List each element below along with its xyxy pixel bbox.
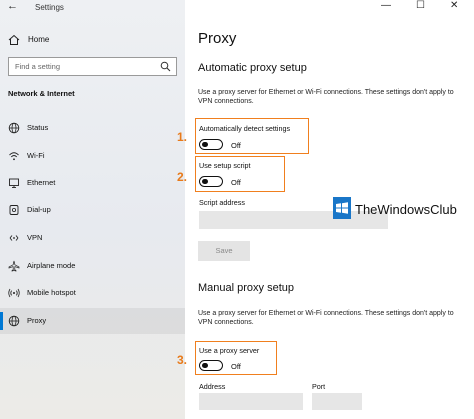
watermark-text: TheWindowsClub xyxy=(355,202,457,217)
section-header: Network & Internet xyxy=(8,89,75,98)
wifi-icon xyxy=(9,152,19,161)
home-label: Home xyxy=(28,35,50,44)
sidebar-item-airplane[interactable]: Airplane mode xyxy=(0,253,185,279)
close-button[interactable]: ✕ xyxy=(450,0,458,11)
script-address-label: Script address xyxy=(199,198,245,207)
back-button[interactable]: ← xyxy=(7,0,18,12)
home-nav[interactable]: Home xyxy=(0,30,185,50)
sidebar-item-label: VPN xyxy=(27,233,43,242)
hotspot-icon xyxy=(8,288,20,298)
sidebar-item-label: Status xyxy=(27,123,49,132)
manual-proxy-description: Use a proxy server for Ethernet or Wi-Fi… xyxy=(198,310,454,326)
minimize-button[interactable]: — xyxy=(381,0,391,11)
airplane-icon xyxy=(8,260,20,272)
sidebar-item-label: Mobile hotspot xyxy=(27,288,76,297)
highlight-box-auto-detect xyxy=(195,118,309,154)
annotation-marker-1: 1. xyxy=(177,130,188,144)
manual-proxy-heading: Manual proxy setup xyxy=(198,282,294,294)
sidebar-item-dialup[interactable]: Dial-up xyxy=(0,197,185,223)
automatic-proxy-description: Use a proxy server for Ethernet or Wi-Fi… xyxy=(198,89,454,105)
maximize-button[interactable]: ☐ xyxy=(416,0,425,11)
sidebar-item-status[interactable]: Status xyxy=(0,115,185,141)
address-input[interactable] xyxy=(199,393,303,410)
title-bar: ← Settings xyxy=(0,0,185,16)
port-label: Port xyxy=(312,382,326,391)
annotation-marker-3: 3. xyxy=(177,353,188,367)
sidebar-item-label: Wi-Fi xyxy=(27,151,45,160)
highlight-box-use-proxy xyxy=(195,341,277,375)
sidebar-item-label: Ethernet xyxy=(27,178,56,187)
sidebar-item-wifi[interactable]: Wi-Fi xyxy=(0,143,185,169)
home-icon xyxy=(8,34,20,45)
dialup-icon xyxy=(9,205,19,215)
sidebar-item-label: Dial-up xyxy=(27,205,51,214)
annotation-marker-2: 2. xyxy=(177,170,188,184)
sidebar-item-label: Airplane mode xyxy=(27,261,76,270)
globe-icon xyxy=(8,315,20,327)
port-input[interactable] xyxy=(312,393,362,410)
sidebar: ← Settings Home Find a setting Network &… xyxy=(0,0,185,419)
watermark: TheWindowsClub xyxy=(333,196,467,222)
vpn-icon xyxy=(9,235,19,241)
search-icon[interactable] xyxy=(160,61,171,72)
search-input[interactable]: Find a setting xyxy=(8,57,177,76)
highlight-box-setup-script xyxy=(195,156,285,192)
search-placeholder: Find a setting xyxy=(15,62,61,71)
ethernet-icon xyxy=(9,178,19,188)
sidebar-item-ethernet[interactable]: Ethernet xyxy=(0,170,185,196)
sidebar-item-mobile-hotspot[interactable]: Mobile hotspot xyxy=(0,280,185,306)
app-title: Settings xyxy=(35,3,64,12)
page-title: Proxy xyxy=(198,30,237,47)
save-button[interactable]: Save xyxy=(198,241,250,261)
sidebar-item-label: Proxy xyxy=(27,316,47,325)
address-label: Address xyxy=(199,382,226,391)
globe-status-icon xyxy=(8,122,20,134)
sidebar-item-proxy[interactable]: Proxy xyxy=(0,308,185,334)
automatic-proxy-heading: Automatic proxy setup xyxy=(198,62,307,74)
sidebar-item-vpn[interactable]: VPN xyxy=(0,225,185,251)
windows-club-logo-icon xyxy=(333,197,351,219)
